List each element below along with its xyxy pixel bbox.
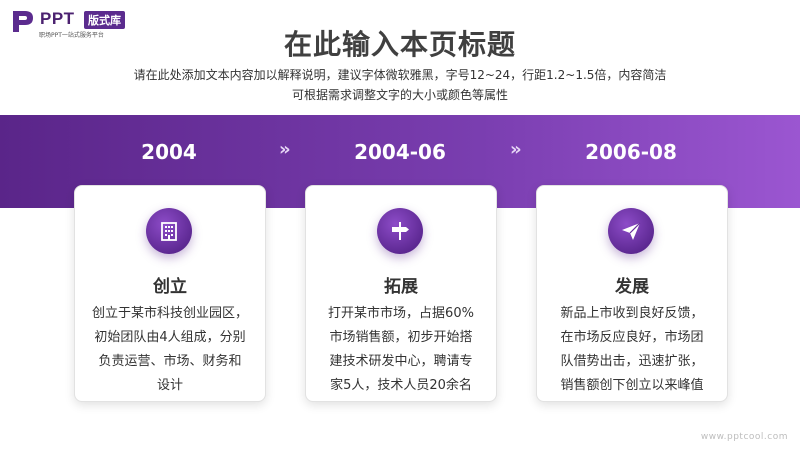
card-title: 发展 xyxy=(615,277,649,297)
year-label-3: 2006-08 xyxy=(585,140,677,164)
paper-plane-icon xyxy=(608,208,654,254)
year-label-1: 2004 xyxy=(141,140,197,164)
subtitle-line-2: 可根据需求调整文字的大小或颜色等属性 xyxy=(291,88,508,102)
year-label-2: 2004-06 xyxy=(354,140,446,164)
card-title: 拓展 xyxy=(384,277,418,297)
chevron-right-icon: » xyxy=(279,139,291,160)
timeline-card-1: 创立 创立于某市科技创业园区， 初始团队由4人组成，分别 负责运营、市场、财务和… xyxy=(74,185,266,402)
timeline-card-2: 拓展 打开某市市场，占据60% 市场销售额，初步开始搭 建技术研发中心，聘请专 … xyxy=(305,185,497,402)
page-title: 在此输入本页标题 xyxy=(283,28,516,61)
building-icon xyxy=(146,208,192,254)
chevron-right-icon: » xyxy=(510,139,522,160)
subtitle-line-1: 请在此处添加文本内容加以解释说明，建议字体微软雅黑，字号12~24，行距1.2~… xyxy=(133,68,667,82)
card-description: 打开某市市场，占据60% 市场销售额，初步开始搭 建技术研发中心，聘请专 家5人… xyxy=(328,306,474,393)
watermark: www.pptcool.com xyxy=(700,432,788,442)
timeline-card-3: 发展 新品上市收到良好反馈， 在市场反应良好，市场团 队借势出击，迅速扩张， 销… xyxy=(536,185,728,402)
card-title: 创立 xyxy=(153,277,187,297)
card-description: 创立于某市科技创业园区， 初始团队由4人组成，分别 负责运营、市场、财务和 设计 xyxy=(91,306,248,393)
road-sign-icon xyxy=(377,208,423,254)
card-description: 新品上市收到良好反馈， 在市场反应良好，市场团 队借势出击，迅速扩张， 销售额创… xyxy=(560,306,704,393)
